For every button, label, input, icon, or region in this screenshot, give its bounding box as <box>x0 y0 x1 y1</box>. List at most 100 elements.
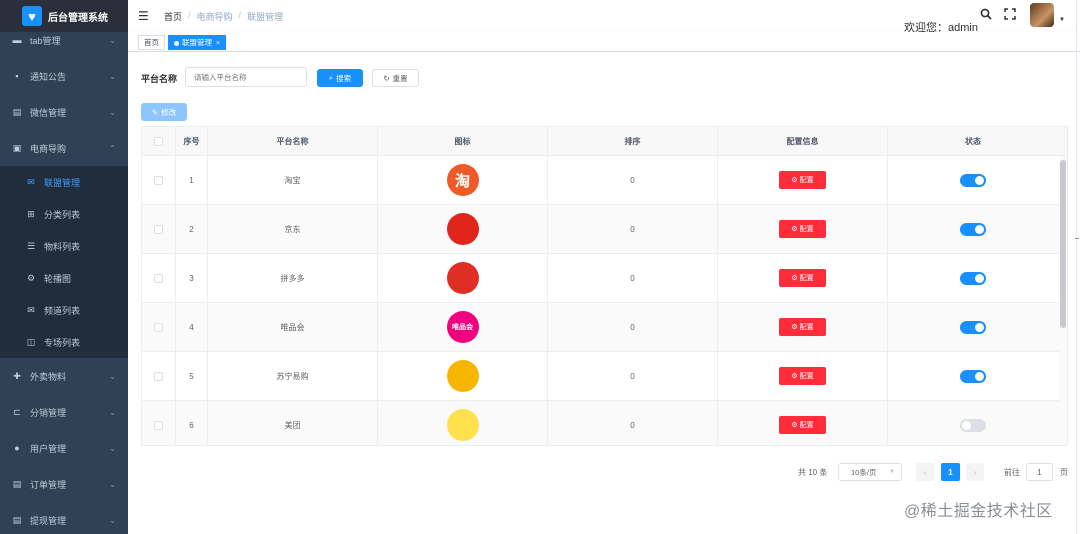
config-button-label: 配置 <box>799 275 814 282</box>
app-root: ♥ 后台管理系统 ▬ tab管理 ⌄ ▪ 通知公告 ⌄ ▤ 微信管理 ⌄ ▣ 电… <box>0 0 1080 534</box>
platform-logo-icon <box>446 409 479 441</box>
select-cell <box>142 156 176 204</box>
next-page-button[interactable]: › <box>966 463 984 481</box>
select-all-checkbox[interactable] <box>154 136 163 146</box>
row-checkbox[interactable] <box>154 420 163 430</box>
page-size-select[interactable]: 10条/页 ▼ <box>838 463 902 481</box>
chevron-up-icon: ⌃ <box>109 143 116 153</box>
sidebar-subitem-alliance[interactable]: ✉ 联盟管理 <box>0 166 128 198</box>
status-toggle[interactable] <box>960 369 986 383</box>
status-toggle[interactable] <box>960 320 986 334</box>
config-cell: ⚙ 配置 <box>718 254 888 302</box>
row-checkbox[interactable] <box>154 224 163 234</box>
row-checkbox[interactable] <box>154 175 163 185</box>
sidebar-item-distribution[interactable]: ⊏ 分销管理 ⌄ <box>0 394 128 430</box>
sidebar-item-label: 订单管理 <box>30 479 67 490</box>
table-body: 1 淘宝淘 0 ⚙ 配置 2 京东 0 ⚙ 配置 3 拼多多 0 ⚙ 配置 4 唯品会 唯品会 0 ⚙ 配置 5 苏宁易购 0… <box>142 156 1067 445</box>
status-toggle[interactable] <box>960 222 986 236</box>
status-cell <box>888 254 1058 302</box>
move-icon: ✚ <box>13 370 21 381</box>
index-cell: 4 <box>176 303 208 351</box>
sidebar-item-notice[interactable]: ▪ 通知公告 ⌄ <box>0 58 128 94</box>
sidebar-item-takeout[interactable]: ✚ 外卖物料 ⌄ <box>0 358 128 394</box>
table-header: 序号 平台名称 图标 排序 配置信息 状态 <box>142 127 1067 156</box>
platform-logo-icon <box>446 360 479 392</box>
share-icon: ⊏ <box>13 406 21 417</box>
sidebar-item-orders[interactable]: ▤ 订单管理 ⌄ <box>0 466 128 502</box>
sidebar-item-tab[interactable]: ▬ tab管理 ⌄ <box>0 22 128 58</box>
status-toggle[interactable] <box>960 173 986 187</box>
search-icon[interactable] <box>980 8 992 23</box>
alliance-table: 序号 平台名称 图标 排序 配置信息 状态 1 淘宝淘 0 ⚙ 配置 2 京东 0 ⚙ 配置 3 拼多… <box>141 126 1068 446</box>
table-row: 6 美团 0 ⚙ 配置 <box>142 401 1067 445</box>
sort-cell: 0 <box>548 156 718 204</box>
config-button[interactable]: ⚙ 配置 <box>779 416 826 434</box>
active-dot-icon <box>174 40 179 46</box>
sidebar-subitem-label: 专场列表 <box>44 337 81 348</box>
select-cell <box>142 303 176 351</box>
status-toggle[interactable] <box>960 271 986 285</box>
close-icon[interactable]: × <box>216 40 220 47</box>
select-cell <box>142 401 176 445</box>
tag-alliance[interactable]: 联盟管理 × <box>168 35 227 50</box>
fullscreen-icon[interactable] <box>1004 8 1016 23</box>
avatar[interactable] <box>1030 3 1054 27</box>
platform-name-cell: 美团 <box>208 401 378 445</box>
chevron-down-icon: ⌄ <box>109 407 116 417</box>
header-index: 序号 <box>176 127 208 155</box>
sidebar-subitem-channel[interactable]: ✉ 频道列表 <box>0 294 128 326</box>
sidebar-subitem-special[interactable]: ◫ 专场列表 <box>0 326 128 358</box>
sidebar-subitem-label: 轮播图 <box>44 273 72 284</box>
breadcrumb-item[interactable]: 首页 <box>164 10 182 23</box>
caret-down-icon[interactable]: ▼ <box>1059 17 1065 23</box>
goto-label: 前往 <box>1004 467 1020 477</box>
config-button[interactable]: ⚙ 配置 <box>779 171 826 189</box>
select-all-cell <box>142 127 176 155</box>
icon-cell: 唯品会 <box>378 303 548 351</box>
search-button[interactable]: ⌕ 搜索 <box>317 69 363 87</box>
sidebar-subitem-material[interactable]: ☰ 物料列表 <box>0 230 128 262</box>
sidebar-item-ecommerce[interactable]: ▣ 电商导购 ⌃ <box>0 130 128 166</box>
config-button[interactable]: ⚙ 配置 <box>779 367 826 385</box>
table-row: 3 拼多多 0 ⚙ 配置 <box>142 254 1067 303</box>
header-icon: 图标 <box>378 127 548 155</box>
chevron-down-icon: ⌄ <box>109 107 116 117</box>
sidebar-item-wechat[interactable]: ▤ 微信管理 ⌄ <box>0 94 128 130</box>
table-scrollbar[interactable] <box>1059 156 1067 445</box>
config-button[interactable]: ⚙ 配置 <box>779 220 826 238</box>
sidebar-item-withdraw[interactable]: ▤ 提现管理 ⌄ <box>0 502 128 534</box>
config-button[interactable]: ⚙ 配置 <box>779 318 826 336</box>
window-edge <box>1076 0 1077 534</box>
config-cell: ⚙ 配置 <box>718 303 888 351</box>
toggle-knob <box>975 273 984 283</box>
row-checkbox[interactable] <box>154 371 163 381</box>
prev-page-button[interactable]: ‹ <box>916 463 934 481</box>
index-cell: 5 <box>176 352 208 400</box>
edit-button[interactable]: ✎ 修改 <box>141 103 187 121</box>
sidebar-item-label: tab管理 <box>30 35 61 46</box>
sidebar: ♥ 后台管理系统 ▬ tab管理 ⌄ ▪ 通知公告 ⌄ ▤ 微信管理 ⌄ ▣ 电… <box>0 0 128 534</box>
config-button[interactable]: ⚙ 配置 <box>779 269 826 287</box>
scrollbar-thumb[interactable] <box>1060 160 1066 328</box>
platform-name-input[interactable] <box>185 67 307 87</box>
row-checkbox[interactable] <box>154 322 163 332</box>
sidebar-subitem-carousel[interactable]: ⚙ 轮播图 <box>0 262 128 294</box>
sidebar-subitem-category[interactable]: ⊞ 分类列表 <box>0 198 128 230</box>
reset-button[interactable]: ↻ 重置 <box>372 69 419 87</box>
sidebar-item-users[interactable]: ● 用户管理 ⌄ <box>0 430 128 466</box>
hamburger-icon[interactable]: ☰ <box>138 9 152 23</box>
main-content: 平台名称 ⌕搜索 ↻重置 ✎修改 序号 平台名称 图标 排序 配置信息 状态 1… <box>128 52 1080 534</box>
goto-page-input[interactable]: 1 <box>1026 463 1053 481</box>
table-row: 5 苏宁易购 0 ⚙ 配置 <box>142 352 1067 401</box>
toggle-knob <box>962 420 971 430</box>
header-platform-name: 平台名称 <box>208 127 378 155</box>
withdraw-icon: ▤ <box>12 514 22 525</box>
platform-logo-text: 唯品会 <box>452 324 473 331</box>
row-checkbox[interactable] <box>154 273 163 283</box>
index-cell: 6 <box>176 401 208 445</box>
platform-logo-icon: 淘 <box>446 164 479 196</box>
status-toggle[interactable] <box>960 418 986 432</box>
refresh-icon: ↻ <box>383 73 390 83</box>
tag-home[interactable]: 首页 <box>138 35 165 50</box>
page-number-1[interactable]: 1 <box>941 463 960 481</box>
